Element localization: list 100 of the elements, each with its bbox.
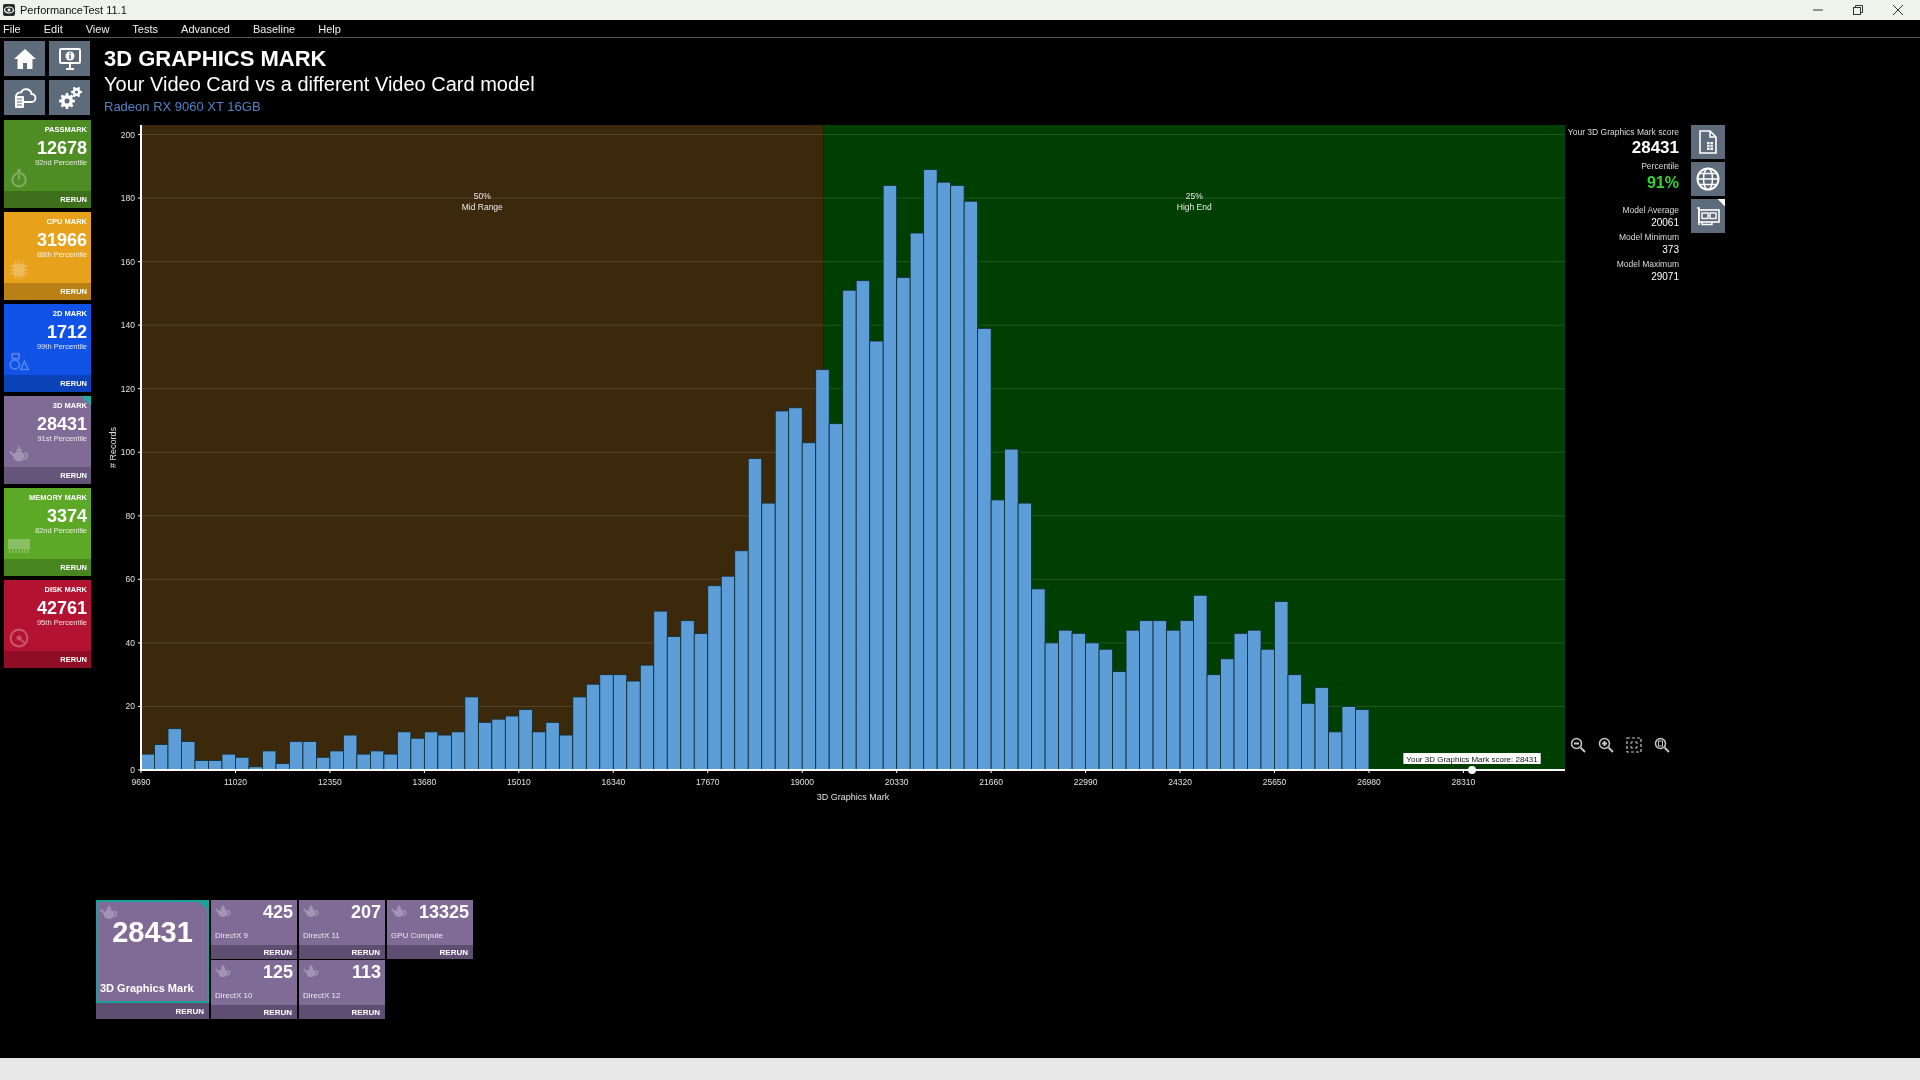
monitor-icon [57,46,82,71]
menu-item[interactable]: View [85,22,110,35]
score-caption: Your 3D Graphics Mark score [1567,127,1679,138]
axis-tick-label: 9690 [131,777,151,787]
menu-item[interactable]: Edit [43,22,63,35]
stat-label: Model Average [1622,205,1679,216]
axis-tick-label: 20330 [884,777,909,787]
score-value: 13325 [418,902,469,922]
axis-tick-label: 180 [120,193,135,204]
axis-tick-label: 16340 [601,777,626,787]
stat-value: 29071 [1651,270,1679,283]
score-value: 207 [350,902,381,922]
stat-label: Model Maximum [1616,259,1679,270]
zoom-in-icon[interactable] [1598,737,1614,753]
globe-icon [1696,167,1720,191]
menu-item[interactable]: Tests [132,22,159,35]
histogram-bar [491,718,506,771]
menu-item[interactable]: File [3,22,21,35]
tile-score: 31966 [36,230,87,250]
cloud-server-icon [12,85,37,110]
histogram-bar [437,734,452,771]
stat-value: 20061 [1651,216,1679,229]
zoom-out-icon[interactable] [1570,737,1586,753]
settings-button[interactable] [49,80,90,115]
shapes-icon [7,352,31,372]
score-tile[interactable]: 113 DirectX 12 [299,960,385,1005]
frame-icon[interactable] [1626,737,1642,753]
globe-button[interactable] [1691,162,1725,196]
document-icon [1696,130,1720,154]
axis-tick-label: 19000 [790,777,815,787]
graphics-card-icon [1696,204,1720,228]
card-button[interactable] [1691,199,1725,233]
rerun-button[interactable]: RERUN [299,945,385,959]
close-icon[interactable] [1893,5,1903,15]
memory-module-icon [7,536,31,556]
axis-tick-label: 13680 [412,777,437,787]
score-value: 28431 [112,917,193,947]
test-name: DirectX 11 [303,931,340,941]
axis-tick-label: 200 [120,129,135,140]
percentile-value: 91% [1646,174,1679,192]
tile-score: 3374 [46,506,87,526]
stat-value: 373 [1662,243,1679,256]
teapot-icon [302,963,320,979]
tile-score: 42761 [36,598,87,618]
monitor-button[interactable] [49,41,90,76]
percentile-caption: Percentile [1641,161,1679,172]
axis-tick-label: 28310 [1451,777,1476,787]
tile-score: 1712 [46,322,87,342]
histogram-bar [504,715,520,771]
axis-tick-label: 25650 [1262,777,1287,787]
report-button[interactable] [1691,125,1725,159]
window-title: PerformanceTest 11.1 [20,4,128,16]
rerun-button[interactable]: RERUN [387,945,473,959]
axis-tick-label: 80 [125,510,135,521]
histogram-bar [370,750,385,771]
chip-icon [7,260,31,280]
menu-item[interactable]: Baseline [253,22,296,35]
axis-tick-label: 24320 [1168,777,1192,787]
test-name: DirectX 10 [215,991,253,1001]
app-icon [3,4,15,16]
teapot-icon [214,903,232,919]
menu-item[interactable]: Help [318,22,341,35]
menu-item[interactable]: Advanced [181,22,230,35]
axis-tick-label: 22990 [1073,777,1098,787]
rerun-button[interactable]: RERUN [211,945,297,959]
score-tile[interactable]: 207 DirectX 11 [299,900,385,945]
rerun-button[interactable]: RERUN [299,1005,385,1019]
rerun-button[interactable]: RERUN [96,1003,209,1019]
teapot-icon [214,963,232,979]
axis-title: # Records [108,427,118,468]
score-value: 113 [351,962,381,982]
histogram-bar [545,721,560,771]
rerun-button[interactable]: RERUN [211,1005,297,1019]
score-value: 425 [262,902,293,922]
score-tile[interactable]: 125 DirectX 10 [211,960,297,1005]
home-button[interactable] [4,41,45,76]
axis-title: 3D Graphics Mark [816,792,890,802]
restore-icon[interactable] [1853,5,1863,15]
axis-tick-label: 40 [125,637,135,648]
teapot-icon [302,903,320,919]
teapot-icon [390,903,408,919]
histogram-bar [424,731,439,771]
axis-tick-label: 21660 [979,777,1003,787]
band-label: 50% Mid Range [461,191,503,212]
histogram-bar [1301,702,1316,771]
score-tile[interactable]: 425 DirectX 9 [211,900,297,945]
band-label: 25% High End [1176,191,1212,212]
page-title: 3D GRAPHICS MARK [104,47,327,71]
score-tile[interactable]: 28431 3D Graphics Mark [96,900,209,1003]
test-name: 3D Graphics Mark [100,982,194,995]
score-callout: Your 3D Graphics Mark score: 28431 [1403,753,1541,764]
score-tile[interactable]: 13325 GPU Compute [387,900,473,945]
magnifier-icon[interactable] [1654,737,1670,753]
histogram-bar [1355,709,1370,771]
axis-tick-label: 160 [120,256,135,267]
tile-score: 28431 [36,414,87,434]
cloud-button[interactable] [4,80,45,115]
gears-icon [57,85,82,110]
axis-tick-label: 17670 [695,777,720,787]
stat-label: Model Minimum [1619,232,1679,243]
